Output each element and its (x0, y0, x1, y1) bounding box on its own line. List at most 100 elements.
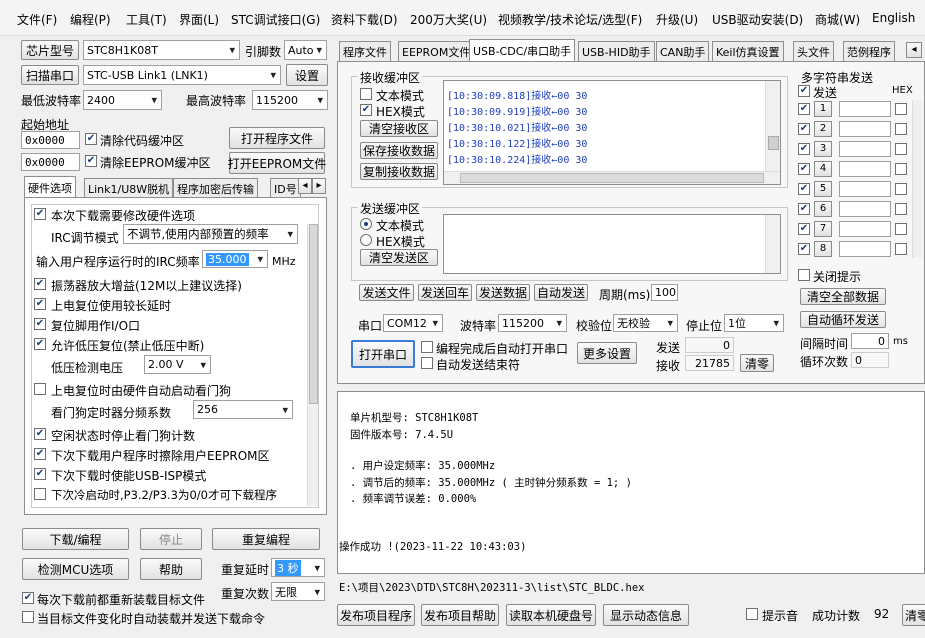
clear-code-buffer-checkbox[interactable]: ✔ (85, 133, 97, 145)
receive-hscroll[interactable] (444, 171, 780, 184)
multi-row-send-checkbox[interactable]: ✔ (798, 243, 810, 255)
multi-row-hex-checkbox[interactable] (895, 143, 907, 155)
repeat-delay-select[interactable]: 3 秒 (271, 558, 325, 577)
multi-row-send-button[interactable]: 5 (814, 181, 832, 197)
irc-mode-select[interactable]: 不调节,使用内部预置的频率 (123, 224, 298, 244)
auto-open-port-checkbox[interactable] (421, 341, 433, 353)
period-input[interactable]: 100 (651, 284, 678, 301)
multi-row-hex-checkbox[interactable] (895, 183, 907, 195)
send-text-mode-radio[interactable] (360, 218, 372, 230)
osc-gain-checkbox[interactable]: ✔ (34, 278, 46, 290)
multi-string-scrollbar[interactable] (912, 100, 923, 258)
baud-rate-select[interactable]: 115200 (498, 314, 567, 332)
more-settings-button[interactable]: 更多设置 (577, 342, 637, 364)
interval-input[interactable]: 0 (851, 333, 889, 349)
multi-row-hex-checkbox[interactable] (895, 103, 907, 115)
chip-model-select[interactable]: STC8H1K08T (83, 40, 240, 60)
send-file-button[interactable]: 发送文件 (359, 284, 414, 301)
lvd-select[interactable]: 2.00 V (144, 355, 211, 374)
save-receive-button[interactable]: 保存接收数据 (360, 142, 438, 159)
scrollbar-thumb[interactable] (309, 224, 318, 404)
multi-row-text-input[interactable] (839, 181, 891, 197)
open-program-file-button[interactable]: 打开程序文件 (229, 127, 325, 149)
max-baud-select[interactable]: 115200 (252, 90, 328, 110)
clear-receive-button[interactable]: 清空接收区 (360, 120, 438, 137)
menu-downloads[interactable]: 资料下载(D) (331, 11, 398, 28)
tab-link1-offline[interactable]: Link1/U8W脱机 (84, 178, 174, 198)
menu-interface[interactable]: 界面(L) (179, 11, 219, 28)
publish-project-help-button[interactable]: 发布项目帮助 (421, 604, 499, 626)
serial-port-select[interactable]: COM12 (383, 314, 443, 332)
download-program-button[interactable]: 下载/编程 (22, 528, 129, 550)
scan-port-button[interactable]: 扫描串口 (21, 65, 79, 85)
multi-row-send-checkbox[interactable]: ✔ (798, 123, 810, 135)
multi-row-send-checkbox[interactable]: ✔ (798, 203, 810, 215)
modify-hw-checkbox[interactable]: ✔ (34, 208, 46, 220)
send-hex-mode-radio[interactable] (360, 234, 372, 246)
repeat-program-button[interactable]: 重复编程 (212, 528, 320, 550)
power-reset-delay-checkbox[interactable]: ✔ (34, 298, 46, 310)
multi-row-send-checkbox[interactable]: ✔ (798, 223, 810, 235)
multi-row-send-button[interactable]: 4 (814, 161, 832, 177)
tab-usb-cdc-serial[interactable]: USB-CDC/串口助手 (469, 39, 576, 61)
detect-mcu-button[interactable]: 检测MCU选项 (22, 558, 129, 580)
multi-row-send-button[interactable]: 3 (814, 141, 832, 157)
multi-send-all-checkbox[interactable]: ✔ (798, 85, 810, 97)
tab-eeprom-file[interactable]: EEPROM文件 (398, 41, 475, 61)
menu-file[interactable]: 文件(F) (17, 11, 57, 28)
auto-send-button[interactable]: 自动发送 (534, 284, 588, 301)
multi-row-text-input[interactable] (839, 121, 891, 137)
beep-checkbox[interactable] (746, 608, 758, 620)
multi-row-send-checkbox[interactable]: ✔ (798, 103, 810, 115)
wdt-div-select[interactable]: 256 (193, 400, 293, 419)
close-hint-checkbox[interactable] (798, 269, 810, 281)
show-dynamic-info-button[interactable]: 显示动态信息 (603, 604, 689, 626)
multi-row-hex-checkbox[interactable] (895, 163, 907, 175)
menu-tools[interactable]: 工具(T) (126, 11, 167, 28)
clear-send-button[interactable]: 清空发送区 (360, 249, 438, 266)
multi-row-send-checkbox[interactable]: ✔ (798, 143, 810, 155)
clear-all-data-button[interactable]: 清空全部数据 (800, 288, 886, 305)
recv-hex-mode-checkbox[interactable]: ✔ (360, 104, 372, 116)
tab-header-file[interactable]: 头文件 (793, 41, 834, 61)
menu-shop[interactable]: 商城(W) (815, 11, 860, 28)
menu-usb-driver[interactable]: USB驱动安装(D) (712, 11, 803, 28)
multi-row-send-button[interactable]: 7 (814, 221, 832, 237)
menu-program[interactable]: 编程(P) (70, 11, 111, 28)
settings-button[interactable]: 设置 (286, 64, 328, 86)
reset-pin-io-checkbox[interactable]: ✔ (34, 318, 46, 330)
menu-english[interactable]: English (872, 11, 915, 25)
clear-eeprom-buffer-checkbox[interactable]: ✔ (85, 155, 97, 167)
clear-success-count-button[interactable]: 清零 (902, 604, 925, 626)
multi-row-send-checkbox[interactable]: ✔ (798, 163, 810, 175)
idle-wdt-checkbox[interactable]: ✔ (34, 428, 46, 440)
multi-row-text-input[interactable] (839, 161, 891, 177)
wdt-hw-checkbox[interactable] (34, 383, 46, 395)
multi-row-text-input[interactable] (839, 221, 891, 237)
receive-vscroll[interactable] (765, 81, 780, 171)
multi-row-send-button[interactable]: 8 (814, 241, 832, 257)
send-return-button[interactable]: 发送回车 (418, 284, 472, 301)
repeat-count-select[interactable]: 无限 (271, 582, 325, 601)
tab-id-number[interactable]: ID号 (270, 178, 301, 198)
receive-text-area[interactable]: [10:30:09.818]接收←00 30 [10:30:09.919]接收←… (443, 80, 781, 185)
tab-scroll-left-icon[interactable]: ◂ (298, 178, 312, 194)
tab-keil-sim[interactable]: Keil仿真设置 (712, 41, 784, 61)
multi-row-hex-checkbox[interactable] (895, 203, 907, 215)
code-start-address-input[interactable]: 0x0000 (21, 131, 80, 149)
erase-eeprom-checkbox[interactable]: ✔ (34, 448, 46, 460)
multi-row-text-input[interactable] (839, 241, 891, 257)
copy-receive-button[interactable]: 复制接收数据 (360, 163, 438, 180)
auto-loop-send-button[interactable]: 自动循环发送 (800, 311, 886, 328)
help-button[interactable]: 帮助 (140, 558, 202, 580)
menu-prize[interactable]: 200万大奖(U) (410, 11, 487, 28)
tab-scroll-right-icon[interactable]: ▸ (312, 178, 326, 194)
auto-send-download-checkbox[interactable] (22, 611, 34, 623)
cold-start-checkbox[interactable] (34, 488, 46, 500)
multi-row-hex-checkbox[interactable] (895, 243, 907, 255)
multi-row-text-input[interactable] (839, 201, 891, 217)
pin-count-select[interactable]: Auto (284, 40, 327, 60)
receive-vscroll-thumb[interactable] (768, 136, 779, 150)
publish-project-program-button[interactable]: 发布项目程序 (337, 604, 415, 626)
hardware-options-scrollbar[interactable] (307, 224, 318, 506)
